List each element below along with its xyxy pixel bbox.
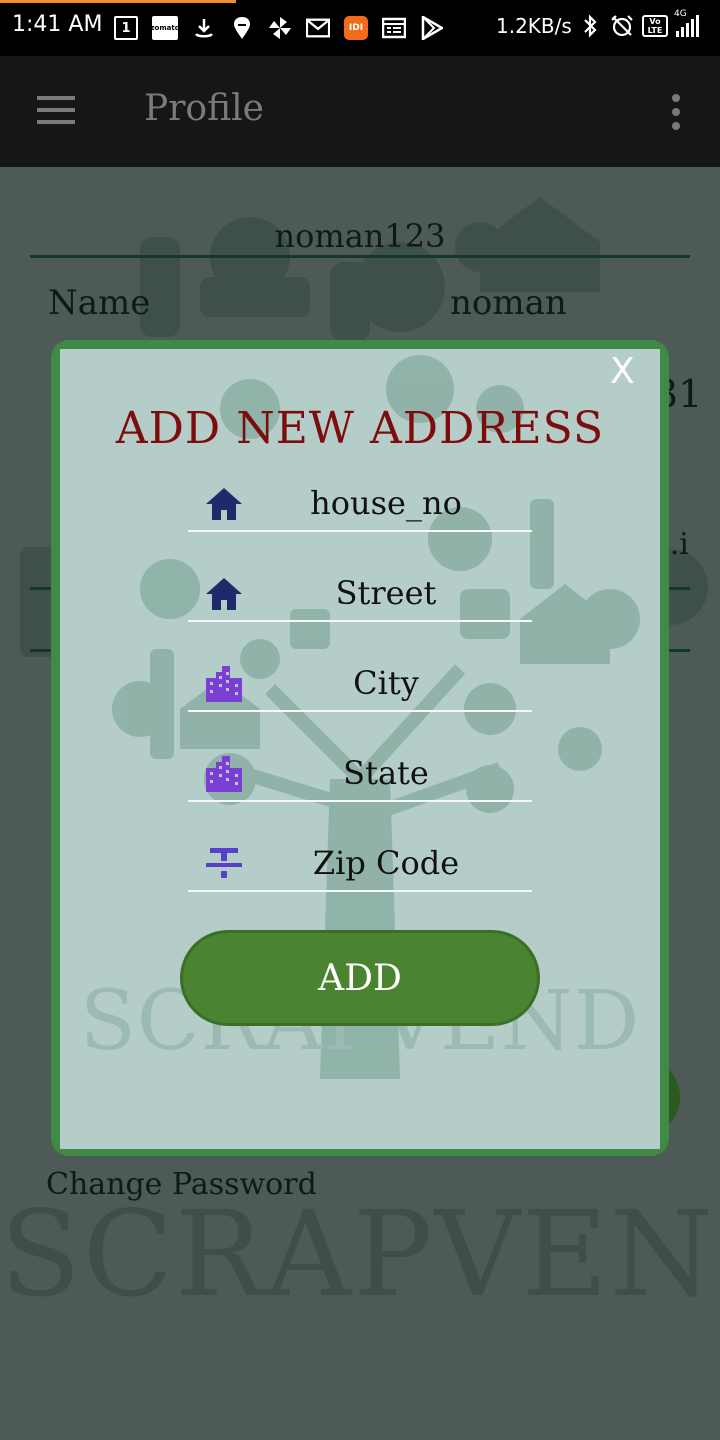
- app-toolbar: [0, 56, 720, 167]
- street-input[interactable]: [248, 568, 524, 618]
- volte-label: Vo LTE: [647, 17, 663, 35]
- page-title: Profile: [144, 88, 264, 129]
- zip-code-field: [188, 836, 532, 892]
- gmail-icon: [306, 16, 330, 40]
- city-icon: [206, 666, 242, 702]
- overflow-menu-icon[interactable]: [671, 94, 681, 130]
- download-progress-line: [0, 0, 236, 3]
- home-icon: [206, 578, 242, 610]
- play-store-icon: [420, 16, 444, 40]
- username-underline: [30, 255, 690, 258]
- volte-icon: Vo LTE: [642, 15, 668, 37]
- network-speed: 1.2KB/s: [496, 14, 572, 38]
- system-icons: Vo LTE 4G: [578, 9, 699, 38]
- city-field: [188, 656, 532, 712]
- status-time: 1:41 AM: [12, 12, 103, 37]
- strikethrough-icon: [206, 848, 242, 878]
- zip-code-input[interactable]: [248, 838, 524, 888]
- city-input[interactable]: [248, 658, 524, 708]
- state-field: [188, 746, 532, 802]
- state-input[interactable]: [248, 748, 524, 798]
- orange-app-icon: IDI: [344, 16, 368, 40]
- bluetooth-icon: [578, 14, 602, 38]
- dialog-body: SCRAPVEND X ADD NEW ADDRESS ADD: [60, 349, 660, 1149]
- pinwheel-icon: [268, 16, 292, 40]
- network-type-label: 4G: [674, 9, 687, 19]
- street-field: [188, 566, 532, 622]
- status-bar: 1:41 AM 1 zomato IDI 1.2KB/s Vo LTE 4G: [0, 0, 720, 56]
- add-address-dialog: SCRAPVEND X ADD NEW ADDRESS ADD: [51, 340, 669, 1156]
- name-label: Name: [48, 283, 151, 323]
- notification-icons: 1 zomato IDI: [114, 14, 444, 42]
- dialog-title: ADD NEW ADDRESS: [115, 403, 605, 454]
- hamburger-menu-icon[interactable]: [37, 96, 75, 124]
- close-button[interactable]: X: [610, 351, 635, 392]
- news-icon: [382, 16, 406, 40]
- add-address-button[interactable]: ADD: [180, 930, 540, 1026]
- download-icon: [192, 16, 216, 40]
- brand-watermark: SCRAPVEND: [0, 1185, 720, 1323]
- house-no-field: [188, 476, 532, 532]
- home-icon: [206, 488, 242, 520]
- city-icon: [206, 756, 242, 792]
- name-value: noman: [450, 283, 567, 323]
- alarm-off-icon: [610, 14, 634, 38]
- zomato-icon: zomato: [150, 16, 180, 40]
- swiggy-icon: [230, 16, 254, 40]
- profile-username: noman123: [274, 217, 446, 255]
- calendar-1-icon: 1: [114, 16, 138, 40]
- signal-icon: 4G: [674, 9, 699, 37]
- house-no-input[interactable]: [248, 478, 524, 528]
